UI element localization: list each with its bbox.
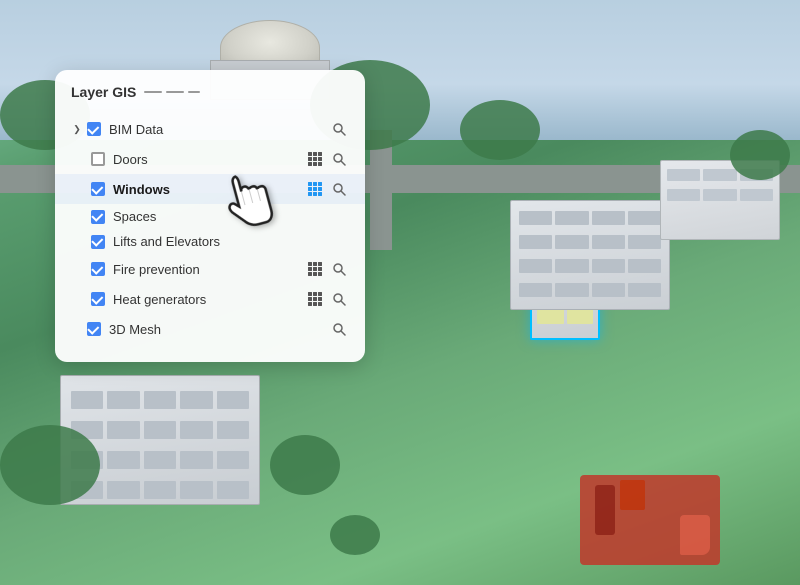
dash-1 (144, 91, 162, 93)
layer-item-heat[interactable]: Heat generators (55, 284, 365, 314)
trees-bottom-2 (330, 515, 380, 555)
magnify-icon-windows[interactable] (329, 179, 349, 199)
layer-label-windows: Windows (113, 182, 305, 197)
panel-title: Layer GIS (71, 84, 136, 100)
building-right (510, 200, 670, 310)
trees-bottom-center (270, 435, 340, 495)
layer-icons-mesh (329, 319, 349, 339)
checkbox-heat[interactable] (91, 292, 105, 306)
checkbox-doors[interactable] (91, 152, 105, 166)
magnify-icon-heat[interactable] (329, 289, 349, 309)
layer-label-bim-data: BIM Data (109, 122, 329, 137)
layer-item-windows[interactable]: Windows (55, 174, 365, 204)
layer-item-fire[interactable]: Fire prevention (55, 254, 365, 284)
layer-item-lifts[interactable]: Lifts and Elevators (55, 229, 365, 254)
grid-icon-windows[interactable] (305, 179, 325, 199)
grid-icon-heat[interactable] (305, 289, 325, 309)
layer-item-mesh[interactable]: 3D Mesh (55, 314, 365, 344)
layer-icons-fire (305, 259, 349, 279)
panel-controls (144, 91, 200, 93)
magnify-icon-mesh[interactable] (329, 319, 349, 339)
magnify-icon-fire[interactable] (329, 259, 349, 279)
checkbox-bim-data[interactable] (87, 122, 101, 136)
layer-panel: Layer GIS ❯ BIM Data Do (55, 70, 365, 362)
checkbox-mesh[interactable] (87, 322, 101, 336)
panel-header: Layer GIS (55, 84, 365, 110)
layer-icons-windows (305, 179, 349, 199)
layer-label-spaces: Spaces (113, 209, 349, 224)
layer-label-doors: Doors (113, 152, 305, 167)
layer-label-heat: Heat generators (113, 292, 305, 307)
layer-label-fire: Fire prevention (113, 262, 305, 277)
magnify-icon-bim-data[interactable] (329, 119, 349, 139)
layer-icons-bim-data (329, 119, 349, 139)
layer-label-lifts: Lifts and Elevators (113, 234, 349, 249)
layer-item-bim-data[interactable]: ❯ BIM Data (55, 114, 365, 144)
layer-list: ❯ BIM Data Doors (55, 110, 365, 348)
checkbox-windows[interactable] (91, 182, 105, 196)
grid-icon-fire[interactable] (305, 259, 325, 279)
layer-item-doors[interactable]: Doors (55, 144, 365, 174)
layer-label-mesh: 3D Mesh (109, 322, 329, 337)
checkbox-fire[interactable] (91, 262, 105, 276)
playground (580, 475, 720, 565)
checkbox-lifts[interactable] (91, 235, 105, 249)
layer-icons-heat (305, 289, 349, 309)
trees-far-right (730, 130, 790, 180)
layer-icons-doors (305, 149, 349, 169)
layer-item-spaces[interactable]: Spaces (55, 204, 365, 229)
trees-bottom-left (0, 425, 100, 505)
magnify-icon-doors[interactable] (329, 149, 349, 169)
grid-icon-doors[interactable] (305, 149, 325, 169)
checkbox-spaces[interactable] (91, 210, 105, 224)
trees-right-1 (460, 100, 540, 160)
playground-slide (680, 515, 710, 555)
chevron-icon: ❯ (71, 123, 83, 135)
dash-2 (166, 91, 184, 93)
dash-3 (188, 91, 200, 93)
